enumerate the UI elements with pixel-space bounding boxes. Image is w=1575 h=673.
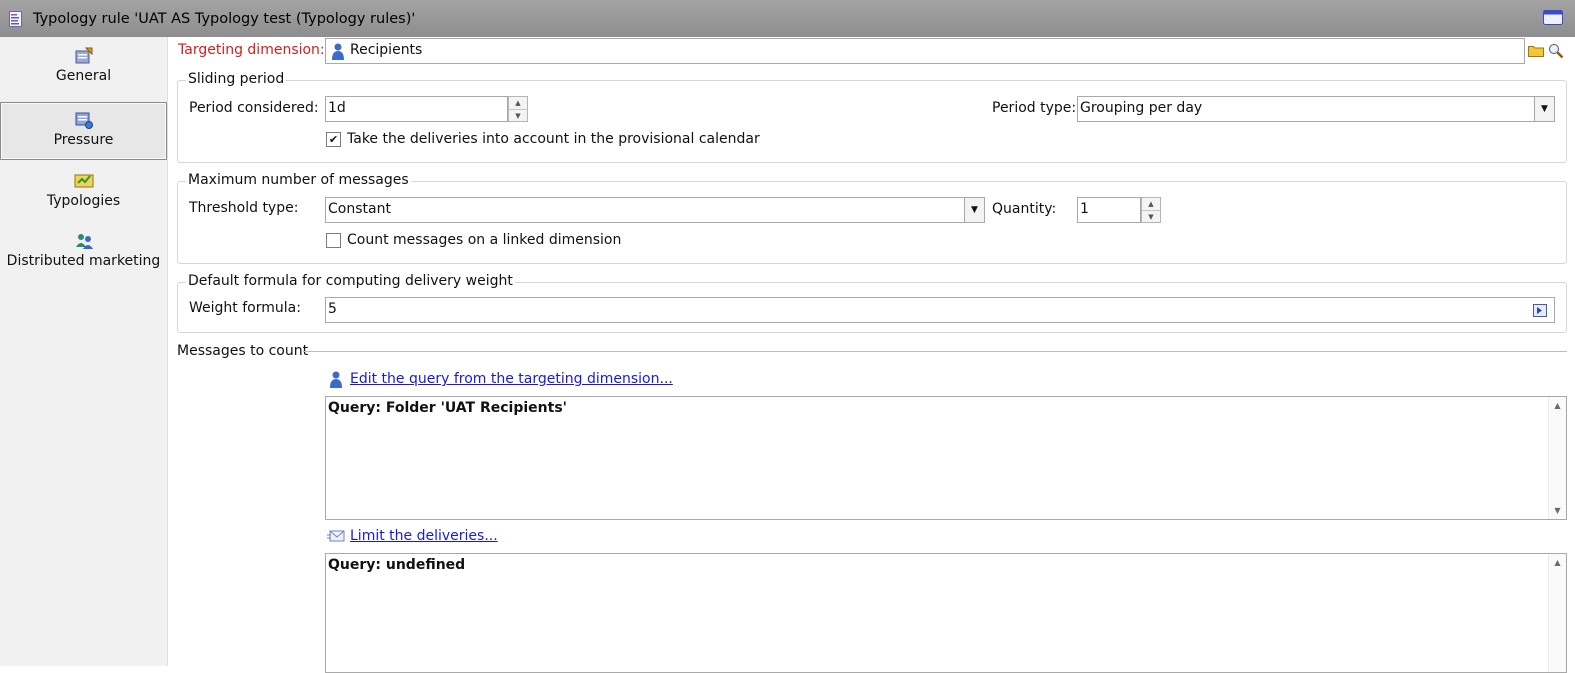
restore-window-icon[interactable]	[1543, 10, 1563, 25]
period-considered-label: Period considered:	[189, 100, 319, 116]
linked-dimension-checkbox[interactable]	[326, 233, 341, 248]
pressure-panel: Targeting dimension: Recipients Sliding …	[168, 37, 1575, 673]
vertical-scrollbar[interactable]: ▲ ▼	[1548, 397, 1566, 519]
search-icon[interactable]	[1548, 43, 1564, 59]
max-messages-title: Maximum number of messages	[186, 172, 411, 188]
sidebar-item-label: General	[55, 68, 112, 84]
folder-icon[interactable]	[1528, 44, 1544, 57]
scroll-up-icon[interactable]: ▲	[1549, 558, 1566, 567]
sidebar-item-general[interactable]: General	[0, 47, 167, 95]
weight-formula-label: Weight formula:	[189, 300, 301, 316]
checkmark-icon: ✔	[328, 133, 339, 146]
limit-deliveries-link[interactable]: Limit the deliveries...	[350, 528, 498, 544]
sidebar-item-label: Distributed marketing	[6, 253, 161, 269]
typologies-icon	[74, 174, 93, 188]
vertical-scrollbar[interactable]: ▲	[1548, 554, 1566, 672]
document-icon	[9, 10, 22, 27]
messages-separator	[303, 351, 1567, 352]
recipient-icon	[330, 371, 342, 388]
pressure-icon	[75, 112, 93, 129]
sidebar: General Pressure Typologies Distributed …	[0, 37, 168, 666]
scroll-down-icon[interactable]: ▼	[1549, 506, 1566, 515]
query-deliveries-text: Query: undefined	[328, 557, 466, 573]
period-type-value: Grouping per day	[1080, 100, 1203, 116]
linked-dimension-label: Count messages on a linked dimension	[347, 232, 622, 248]
quantity-input[interactable]: 1	[1077, 197, 1141, 223]
quantity-label: Quantity:	[992, 201, 1057, 217]
weight-title: Default formula for computing delivery w…	[186, 273, 515, 289]
targeting-dimension-value: Recipients	[350, 42, 423, 58]
query-targeting-text: Query: Folder 'UAT Recipients'	[328, 400, 567, 416]
general-icon	[75, 47, 92, 64]
sidebar-item-typologies[interactable]: Typologies	[0, 172, 167, 220]
chevron-down-icon[interactable]: ▼	[964, 198, 984, 222]
messages-to-count-title: Messages to count	[177, 343, 309, 359]
sidebar-item-label: Pressure	[53, 132, 114, 148]
query-targeting-textarea[interactable]: Query: Folder 'UAT Recipients' ▲ ▼	[325, 396, 1567, 520]
sidebar-item-label: Typologies	[46, 193, 121, 209]
stepper-up-icon[interactable]: ▲	[1142, 198, 1160, 210]
provisional-calendar-label: Take the deliveries into account in the …	[347, 131, 760, 147]
targeting-dimension-label: Targeting dimension:	[178, 42, 325, 58]
threshold-type-value: Constant	[328, 201, 391, 217]
query-deliveries-textarea[interactable]: Query: undefined ▲	[325, 553, 1567, 673]
window-title: Typology rule 'UAT AS Typology test (Typ…	[33, 10, 416, 27]
chevron-down-icon[interactable]: ▼	[1534, 97, 1554, 121]
period-considered-input[interactable]: 1d	[325, 96, 508, 122]
quantity-stepper[interactable]: ▲ ▼	[1141, 197, 1161, 223]
period-considered-stepper[interactable]: ▲ ▼	[508, 96, 528, 122]
edit-query-link[interactable]: Edit the query from the targeting dimens…	[350, 371, 673, 387]
weight-formula-input[interactable]: 5	[325, 297, 1555, 323]
period-type-label: Period type:	[992, 100, 1077, 116]
threshold-type-select[interactable]: Constant ▼	[325, 197, 985, 223]
stepper-down-icon[interactable]: ▼	[509, 109, 527, 121]
stepper-down-icon[interactable]: ▼	[1142, 210, 1160, 222]
sidebar-item-distributed-marketing[interactable]: Distributed marketing	[0, 232, 167, 280]
distributed-marketing-icon	[75, 234, 93, 249]
period-type-select[interactable]: Grouping per day ▼	[1077, 96, 1555, 122]
window-titlebar: Typology rule 'UAT AS Typology test (Typ…	[0, 0, 1575, 37]
targeting-dimension-field[interactable]: Recipients	[325, 38, 1525, 64]
scroll-up-icon[interactable]: ▲	[1549, 401, 1566, 410]
recipient-icon	[332, 43, 344, 60]
deliveries-icon	[327, 530, 345, 542]
sidebar-item-pressure[interactable]: Pressure	[0, 102, 167, 160]
window-edge	[1567, 37, 1575, 666]
provisional-calendar-checkbox[interactable]: ✔	[326, 132, 341, 147]
stepper-up-icon[interactable]: ▲	[509, 97, 527, 109]
period-considered-value: 1d	[328, 100, 346, 116]
weight-formula-value: 5	[328, 301, 337, 317]
quantity-value: 1	[1080, 201, 1089, 217]
expression-editor-icon[interactable]	[1533, 304, 1547, 317]
threshold-type-label: Threshold type:	[189, 200, 299, 216]
sliding-period-title: Sliding period	[186, 71, 287, 87]
